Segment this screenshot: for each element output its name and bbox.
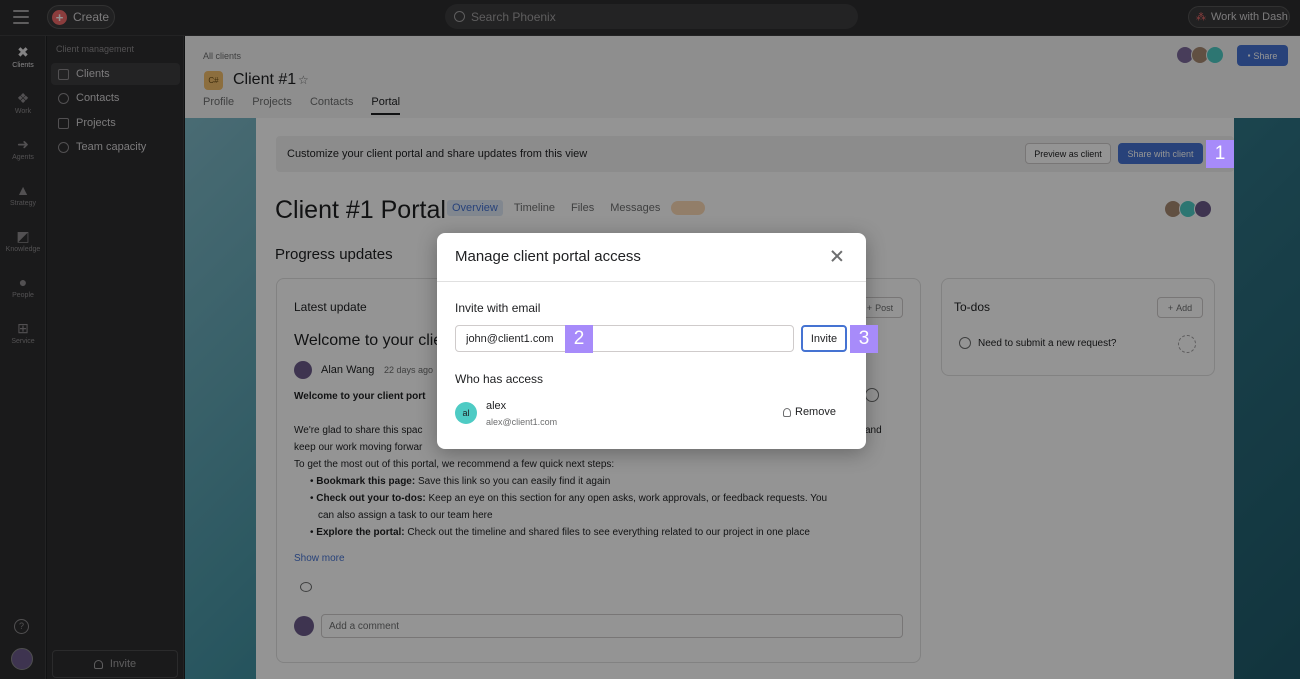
manage-access-dialog: Manage client portal access Invite with … xyxy=(437,233,866,449)
who-has-access-label: Who has access xyxy=(455,372,544,386)
annotation-marker: 3 xyxy=(850,325,878,353)
close-icon[interactable] xyxy=(830,249,844,263)
email-field[interactable] xyxy=(455,325,794,352)
dialog-title: Manage client portal access xyxy=(455,248,641,265)
avatar: al xyxy=(455,402,477,424)
annotation-marker: 2 xyxy=(565,325,593,353)
member-name: alex xyxy=(486,400,507,412)
remove-label: Remove xyxy=(795,406,836,418)
remove-member-button[interactable]: Remove xyxy=(783,406,836,418)
invite-with-email-label: Invite with email xyxy=(455,301,541,315)
person-remove-icon xyxy=(783,407,791,417)
annotation-marker: 1 xyxy=(1206,140,1234,168)
divider xyxy=(437,281,866,282)
invite-submit-button[interactable]: Invite xyxy=(801,325,847,352)
member-email: alex@client1.com xyxy=(486,417,558,427)
